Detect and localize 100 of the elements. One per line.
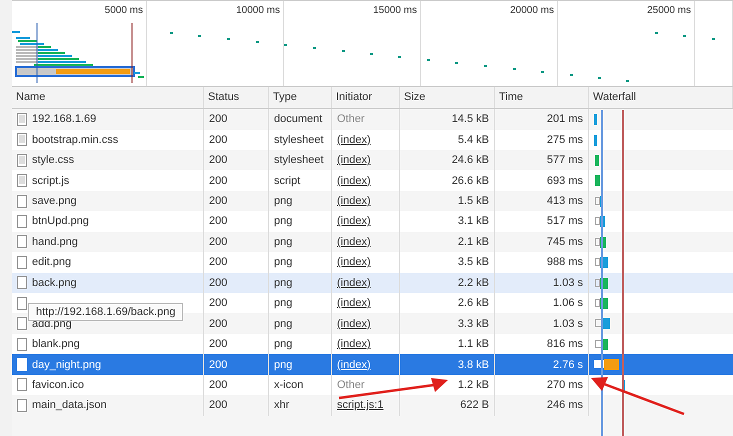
time-value: 693 ms (546, 174, 583, 187)
file-icon (17, 194, 27, 208)
file-icon (17, 358, 27, 372)
waterfall-bar (595, 318, 610, 330)
file-name: style.css (32, 154, 74, 166)
document-icon (17, 133, 27, 146)
file-icon (17, 256, 27, 269)
status-code: 200 (209, 297, 228, 310)
waterfall-bar (595, 154, 599, 166)
file-name: save.png (32, 195, 77, 208)
initiator-link[interactable]: (index) (337, 297, 371, 310)
size-value: 1.2 kB (458, 378, 489, 391)
file-name: script.js (32, 174, 70, 187)
file-name: blank.png (32, 338, 80, 350)
file-name: 192.168.1.69 (32, 113, 96, 126)
initiator-link[interactable]: (index) (337, 358, 371, 371)
file-icon (17, 276, 27, 290)
request-row[interactable]: day_night.png 200 png (index) 3.8 kB 2.76 s (12, 354, 733, 375)
request-row[interactable]: 192.168.1.69 200 document Other 14.5 kB 201 ms (12, 109, 733, 130)
file-name: hand.png (32, 236, 78, 248)
time-value: 246 ms (546, 399, 583, 412)
time-value: 413 ms (546, 195, 583, 208)
time-value: 816 ms (546, 338, 583, 350)
time-value: 1.03 s (553, 276, 583, 289)
initiator-link[interactable]: (index) (337, 318, 371, 330)
time-tick-label: 25000 ms (647, 5, 691, 16)
size-value: 3.3 kB (458, 318, 489, 330)
request-row[interactable]: main_data.json 200 xhr script.js:1 622 B 246 ms (12, 395, 733, 416)
time-value: 201 ms (546, 113, 583, 126)
request-row[interactable]: bootstrap.min.css 200 stylesheet (index) 5.4 kB 275 ms (12, 130, 733, 150)
document-icon (17, 154, 27, 167)
size-value: 1.5 kB (458, 195, 489, 208)
request-row[interactable]: style.css 200 stylesheet (index) 24.6 kB 577 ms (12, 150, 733, 170)
status-code: 200 (209, 338, 228, 350)
initiator-link[interactable]: (index) (337, 154, 371, 166)
request-row[interactable]: back.png 200 png (index) 2.2 kB 1.03 s (12, 272, 733, 293)
request-row[interactable]: hand.png 200 png (index) 2.1 kB 745 ms (12, 232, 733, 252)
time-tick-label: 10000 ms (236, 5, 280, 16)
request-row[interactable]: blank.png 200 png (index) 1.1 kB 816 ms (12, 334, 733, 354)
time-value: 2.76 s (553, 358, 583, 371)
status-code: 200 (209, 134, 228, 146)
column-header[interactable]: Status (204, 86, 269, 108)
url-tooltip: http://192.168.1.69/back.png (28, 303, 184, 321)
status-code: 200 (209, 154, 228, 166)
document-icon (17, 112, 27, 126)
size-value: 2.6 kB (458, 297, 489, 310)
file-icon (17, 214, 27, 228)
request-row[interactable]: save.png 200 png (index) 1.5 kB 413 ms (12, 190, 733, 212)
resource-type: document (274, 113, 322, 126)
status-code: 200 (209, 358, 228, 371)
column-header[interactable]: Name (12, 86, 204, 108)
column-header[interactable]: Waterfall (589, 86, 733, 108)
time-value: 577 ms (546, 154, 583, 166)
time-value: 270 ms (546, 378, 583, 391)
file-icon (17, 378, 27, 392)
initiator-link[interactable]: (index) (337, 256, 371, 268)
waterfall-bar (595, 175, 600, 186)
initiator-link[interactable]: (index) (337, 338, 371, 350)
column-header[interactable]: Initiator (332, 86, 400, 108)
status-code: 200 (209, 256, 228, 268)
size-value: 14.5 kB (452, 113, 489, 126)
time-tick-label: 20000 ms (510, 5, 554, 16)
column-header[interactable]: Type (269, 86, 332, 108)
time-value: 988 ms (546, 256, 583, 268)
resource-type: png (274, 297, 292, 310)
size-value: 5.4 kB (458, 134, 489, 146)
file-name: bootstrap.min.css (32, 134, 118, 146)
initiator-link[interactable]: (index) (337, 236, 371, 248)
time-value: 1.06 s (553, 297, 583, 310)
size-value: 3.8 kB (458, 358, 489, 371)
resource-type: stylesheet (274, 154, 324, 166)
resource-type: png (274, 358, 292, 371)
status-code: 200 (209, 318, 228, 330)
status-code: 200 (209, 236, 228, 248)
file-name: back.png (32, 276, 77, 289)
resource-type: png (274, 276, 292, 289)
size-value: 1.1 kB (458, 338, 489, 350)
initiator-link[interactable]: (index) (337, 276, 371, 289)
initiator-link[interactable]: (index) (337, 174, 371, 187)
size-value: 2.2 kB (458, 276, 489, 289)
status-code: 200 (209, 113, 228, 126)
column-header[interactable]: Time (495, 86, 589, 108)
initiator-link[interactable]: (index) (337, 134, 371, 146)
status-code: 200 (209, 378, 228, 391)
initiator-text: Other (337, 378, 365, 391)
initiator-link[interactable]: script.js:1 (337, 399, 384, 412)
time-value: 517 ms (546, 215, 583, 228)
waterfall-bar (594, 114, 597, 126)
resource-type: stylesheet (274, 134, 324, 146)
resource-type: png (274, 338, 292, 350)
column-header[interactable]: Size (400, 86, 495, 108)
resource-type: png (274, 256, 292, 268)
resource-type: png (274, 318, 292, 330)
initiator-link[interactable]: (index) (337, 215, 371, 228)
initiator-link[interactable]: (index) (337, 195, 371, 208)
file-name: edit.png (32, 256, 72, 268)
initiator-text: Other (337, 113, 365, 126)
time-value: 745 ms (546, 236, 583, 248)
time-value: 1.03 s (553, 318, 583, 330)
file-name: favicon.ico (32, 378, 84, 391)
